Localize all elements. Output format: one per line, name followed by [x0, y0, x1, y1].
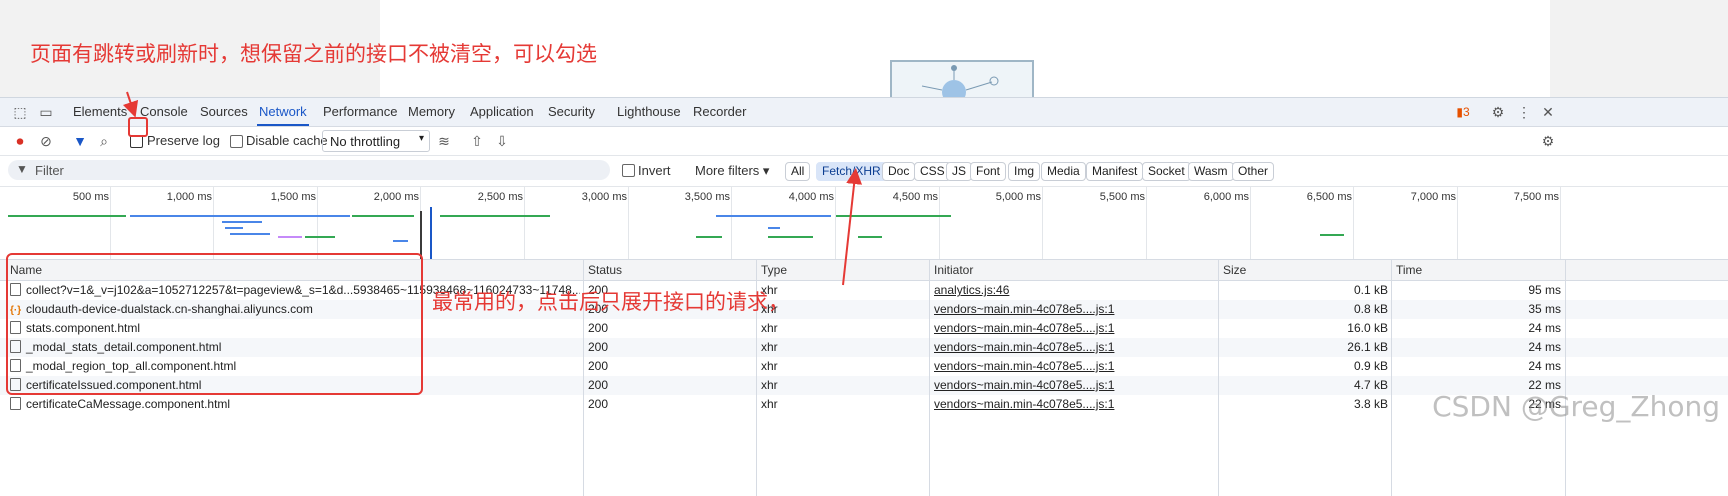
annotation-arrows — [122, 91, 863, 286]
arrow-to-preserve-log — [122, 91, 139, 118]
annotation-fetch-xhr: 最常用的，点击后只展开接口的请求， — [432, 290, 789, 314]
watermark: CSDN @Greg_Zhong — [1432, 390, 1720, 423]
arrow-to-fetch-xhr — [842, 168, 863, 286]
